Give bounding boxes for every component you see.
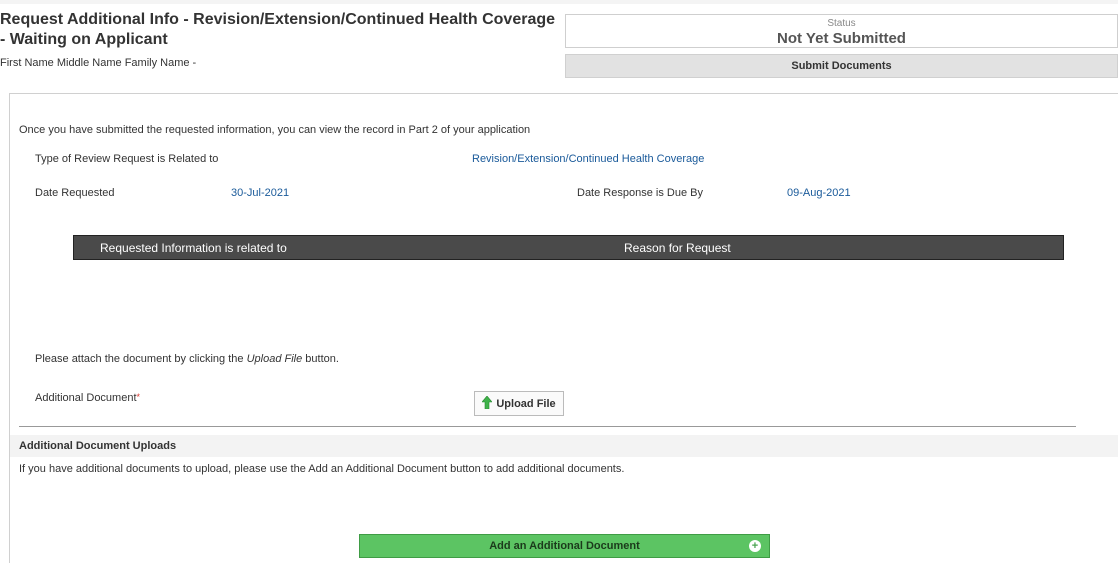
date-due-value: 09-Aug-2021	[787, 187, 851, 199]
attach-instruction: Please attach the document by clicking t…	[35, 353, 339, 365]
upload-file-button[interactable]: Upload File	[474, 391, 564, 416]
attach-instruction-emphasis: Upload File	[246, 353, 303, 365]
attach-instruction-prefix: Please attach the document by clicking t…	[35, 353, 247, 365]
column-header-related-to: Requested Information is related to	[100, 241, 287, 255]
status-box: Status Not Yet Submitted	[565, 14, 1118, 48]
submit-documents-button[interactable]: Submit Documents	[565, 54, 1118, 78]
date-due-label: Date Response is Due By	[577, 187, 703, 199]
review-type-label: Type of Review Request is Related to	[35, 153, 219, 165]
intro-text: Once you have submitted the requested in…	[19, 124, 531, 136]
add-additional-document-button[interactable]: Add an Additional Document +	[359, 534, 770, 558]
applicant-name: First Name Middle Name Family Name -	[0, 57, 197, 69]
top-bar	[0, 0, 1118, 4]
additional-uploads-title: Additional Document Uploads	[19, 440, 177, 452]
additional-document-label: Additional Document*	[35, 392, 140, 404]
date-requested-label: Date Requested	[35, 187, 115, 199]
additional-uploads-header: Additional Document Uploads	[10, 435, 1118, 457]
upload-file-label: Upload File	[496, 397, 556, 410]
requested-info-grid-header: Requested Information is related to Reas…	[73, 235, 1064, 260]
column-header-reason: Reason for Request	[624, 241, 731, 255]
additional-uploads-help: If you have additional documents to uplo…	[19, 463, 625, 475]
status-value: Not Yet Submitted	[777, 30, 906, 47]
review-type-value: Revision/Extension/Continued Health Cove…	[472, 153, 705, 165]
section-divider	[19, 426, 1076, 427]
upload-arrow-icon	[481, 395, 493, 412]
additional-document-label-text: Additional Document	[35, 392, 137, 404]
date-requested-value: 30-Jul-2021	[231, 187, 290, 199]
attach-instruction-suffix: button.	[302, 353, 339, 365]
plus-circle-icon: +	[749, 540, 761, 552]
status-label: Status	[827, 18, 856, 29]
page-title: Request Additional Info - Revision/Exten…	[0, 11, 556, 48]
required-marker: *	[136, 392, 141, 402]
add-additional-document-label: Add an Additional Document	[489, 540, 640, 552]
